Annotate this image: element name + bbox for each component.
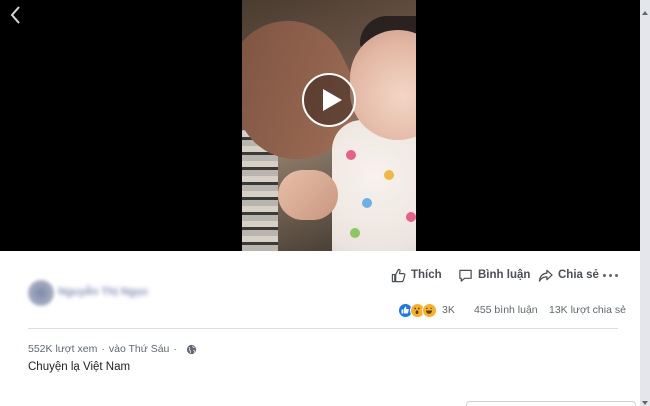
- more-options-icon[interactable]: [603, 268, 618, 282]
- author-name[interactable]: Nguyễn Thị Ngọc: [58, 286, 148, 298]
- meta-separator: ·: [101, 343, 105, 355]
- post-meta: 552K lượt xem · vào Thứ Sáu ·: [28, 343, 197, 355]
- reaction-count: 3K: [442, 304, 455, 316]
- post-description: Chuyện lạ Việt Nam: [28, 361, 131, 373]
- share-count-link[interactable]: 13K lượt chia sẻ: [549, 304, 626, 316]
- scroll-up-arrow-icon[interactable]: [641, 4, 649, 15]
- thumbnail-print-dot: [362, 198, 372, 208]
- post-timestamp[interactable]: vào Thứ Sáu: [109, 343, 170, 355]
- comment-label: Bình luận: [478, 269, 531, 281]
- comment-input-edge[interactable]: [466, 401, 636, 406]
- view-count: 552K lượt xem: [28, 343, 98, 355]
- author-avatar[interactable]: [28, 280, 54, 306]
- comment-bubble-icon: [459, 269, 472, 282]
- thumbnail-print-dot: [384, 170, 394, 180]
- thumbs-up-icon: [391, 268, 406, 282]
- back-chevron-icon[interactable]: [8, 4, 24, 26]
- comment-count-link[interactable]: 455 bình luận: [474, 304, 538, 316]
- scroll-down-arrow-icon[interactable]: [641, 394, 649, 405]
- like-button[interactable]: Thích: [391, 266, 442, 284]
- meta-separator: ·: [173, 343, 177, 355]
- share-arrow-icon: [538, 269, 553, 282]
- thumbnail-print-dot: [346, 150, 356, 160]
- play-icon: [323, 89, 342, 111]
- thumbnail-child-hand: [278, 170, 338, 220]
- haha-reaction-icon: [422, 302, 437, 318]
- share-button[interactable]: Chia sẻ: [538, 266, 599, 284]
- section-divider: [28, 328, 618, 329]
- thumbnail-print-dot: [406, 212, 416, 222]
- globe-icon[interactable]: [186, 344, 197, 355]
- like-label: Thích: [411, 269, 442, 281]
- reactions-summary[interactable]: 3K: [398, 302, 455, 318]
- comment-button[interactable]: Bình luận: [458, 266, 530, 284]
- video-player[interactable]: [0, 0, 650, 251]
- share-label: Chia sẻ: [558, 269, 599, 281]
- scrollbar-track[interactable]: [640, 0, 650, 406]
- thumbnail-print-dot: [350, 228, 360, 238]
- play-button[interactable]: [302, 73, 356, 127]
